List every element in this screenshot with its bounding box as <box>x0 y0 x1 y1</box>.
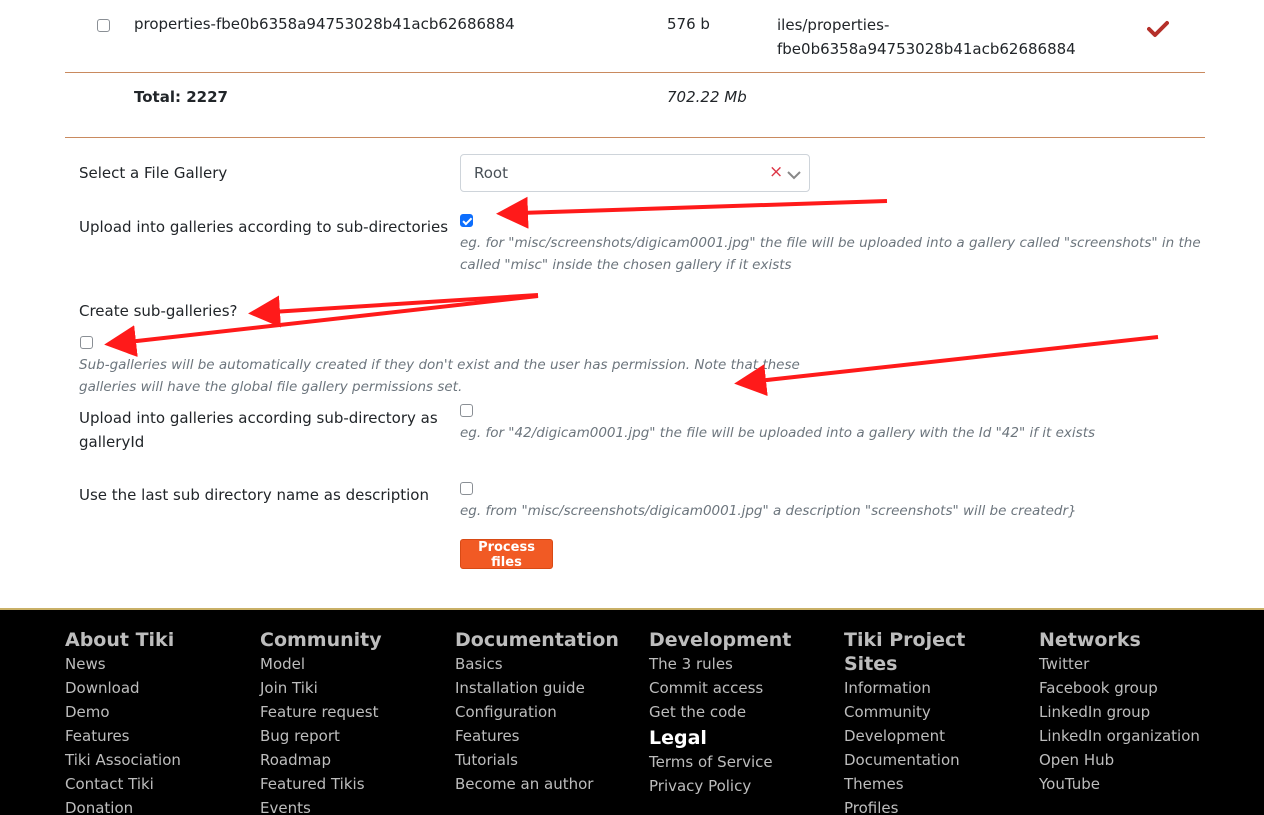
footer-link[interactable]: YouTube <box>1039 772 1224 796</box>
footer-link[interactable]: Configuration <box>455 700 640 724</box>
footer-col-development: Development The 3 rules Commit access Ge… <box>649 628 834 798</box>
create-subgalleries-help-2: galleries will have the global file gall… <box>79 379 463 395</box>
total-size: 702.22 Mb <box>667 88 747 106</box>
footer-link[interactable]: Features <box>65 724 250 748</box>
footer-col-about: About Tiki News Download Demo Features T… <box>65 628 250 815</box>
total-count: Total: 2227 <box>134 88 228 106</box>
footer-link[interactable]: Events <box>260 796 445 815</box>
site-footer: About Tiki News Download Demo Features T… <box>0 608 1264 815</box>
footer-heading-networks: Networks <box>1039 629 1141 651</box>
description-checkbox[interactable] <box>460 482 473 495</box>
footer-link[interactable]: The 3 rules <box>649 652 834 676</box>
galleryid-label-line-2: galleryId <box>79 433 145 451</box>
footer-heading-legal: Legal <box>649 727 707 749</box>
footer-link[interactable]: Download <box>65 676 250 700</box>
footer-link[interactable]: Demo <box>65 700 250 724</box>
footer-heading-documentation: Documentation <box>455 629 619 651</box>
footer-col-project-sites: Tiki Project Sites Information Community… <box>844 628 1029 815</box>
footer-link[interactable]: Installation guide <box>455 676 640 700</box>
footer-link[interactable]: Commit access <box>649 676 834 700</box>
subdirs-help-1: eg. for "misc/screenshots/digicam0001.jp… <box>460 235 1201 251</box>
footer-link[interactable]: Themes <box>844 772 1029 796</box>
footer-link[interactable]: Donation <box>65 796 250 815</box>
footer-heading-project-sites-line-1: Tiki Project <box>844 629 966 651</box>
footer-heading-community: Community <box>260 629 382 651</box>
gallery-select-label: Select a File Gallery <box>79 164 228 182</box>
create-subgalleries-help-1: Sub-galleries will be automatically crea… <box>79 357 800 373</box>
footer-link[interactable]: Open Hub <box>1039 748 1224 772</box>
create-subgalleries-label: Create sub-galleries? <box>79 302 238 320</box>
footer-link[interactable]: Get the code <box>649 700 834 724</box>
footer-link[interactable]: Become an author <box>455 772 640 796</box>
footer-link[interactable]: Terms of Service <box>649 750 834 774</box>
subdirs-label: Upload into galleries according to sub-d… <box>79 218 449 236</box>
footer-link[interactable]: News <box>65 652 250 676</box>
file-size: 576 b <box>667 15 710 33</box>
galleryid-label: Upload into galleries according sub-dire… <box>79 406 438 454</box>
totals-divider <box>65 137 1205 138</box>
footer-link[interactable]: Roadmap <box>260 748 445 772</box>
footer-link[interactable]: Bug report <box>260 724 445 748</box>
footer-link[interactable]: Information <box>844 676 1029 700</box>
file-select-checkbox[interactable] <box>97 19 110 32</box>
footer-col-community: Community Model Join Tiki Feature reques… <box>260 628 445 815</box>
arrow-to-create-help <box>734 335 1159 397</box>
gallery-select[interactable]: Root × <box>460 154 810 192</box>
footer-link[interactable]: Twitter <box>1039 652 1224 676</box>
footer-link[interactable]: Join Tiki <box>260 676 445 700</box>
arrow-to-create-label <box>248 293 539 328</box>
galleryid-checkbox[interactable] <box>460 404 473 417</box>
gallery-select-value: Root <box>474 164 508 182</box>
footer-link[interactable]: Featured Tikis <box>260 772 445 796</box>
footer-link[interactable]: Tutorials <box>455 748 640 772</box>
galleryid-label-line-1: Upload into galleries according sub-dire… <box>79 409 438 427</box>
file-path: iles/properties- fbe0b6358a94753028b41ac… <box>777 13 1076 61</box>
footer-link[interactable]: LinkedIn group <box>1039 700 1224 724</box>
subdirs-help-2: called "misc" inside the chosen gallery … <box>460 257 792 273</box>
footer-link[interactable]: LinkedIn organization <box>1039 724 1224 748</box>
footer-link[interactable]: Model <box>260 652 445 676</box>
file-name: properties-fbe0b6358a94753028b41acb62686… <box>134 15 515 33</box>
description-label: Use the last sub directory name as descr… <box>79 486 429 504</box>
description-help: eg. from "misc/screenshots/digicam0001.j… <box>460 503 1077 519</box>
create-subgalleries-checkbox[interactable] <box>80 336 93 349</box>
file-path-line-1: iles/properties- <box>777 16 890 34</box>
footer-link[interactable]: Contact Tiki <box>65 772 250 796</box>
process-files-button[interactable]: Process files <box>460 539 553 570</box>
footer-link[interactable]: Facebook group <box>1039 676 1224 700</box>
footer-heading-about: About Tiki <box>65 629 175 651</box>
chevron-down-icon[interactable] <box>786 167 802 185</box>
arrow-to-subdirs-checkbox <box>496 196 888 229</box>
subdirs-checkbox[interactable] <box>460 214 473 227</box>
footer-link[interactable]: Community <box>844 700 1029 724</box>
file-path-line-2: fbe0b6358a94753028b41acb62686884 <box>777 40 1076 58</box>
footer-link[interactable]: Basics <box>455 652 640 676</box>
checkmark-icon <box>1147 20 1169 42</box>
footer-link[interactable]: Feature request <box>260 700 445 724</box>
clear-icon[interactable]: × <box>769 161 783 183</box>
footer-col-documentation: Documentation Basics Installation guide … <box>455 628 640 796</box>
footer-col-networks: Networks Twitter Facebook group LinkedIn… <box>1039 628 1224 796</box>
footer-link[interactable]: Tiki Association <box>65 748 250 772</box>
footer-link[interactable]: Documentation <box>844 748 1029 772</box>
footer-link[interactable]: Privacy Policy <box>649 774 834 798</box>
row-divider <box>65 72 1205 73</box>
galleryid-help: eg. for "42/digicam0001.jpg" the file wi… <box>460 425 1096 441</box>
footer-heading-project-sites-line-2: Sites <box>844 653 898 675</box>
footer-link[interactable]: Development <box>844 724 1029 748</box>
footer-link[interactable]: Features <box>455 724 640 748</box>
footer-link[interactable]: Profiles <box>844 796 1029 815</box>
footer-heading-development: Development <box>649 629 792 651</box>
